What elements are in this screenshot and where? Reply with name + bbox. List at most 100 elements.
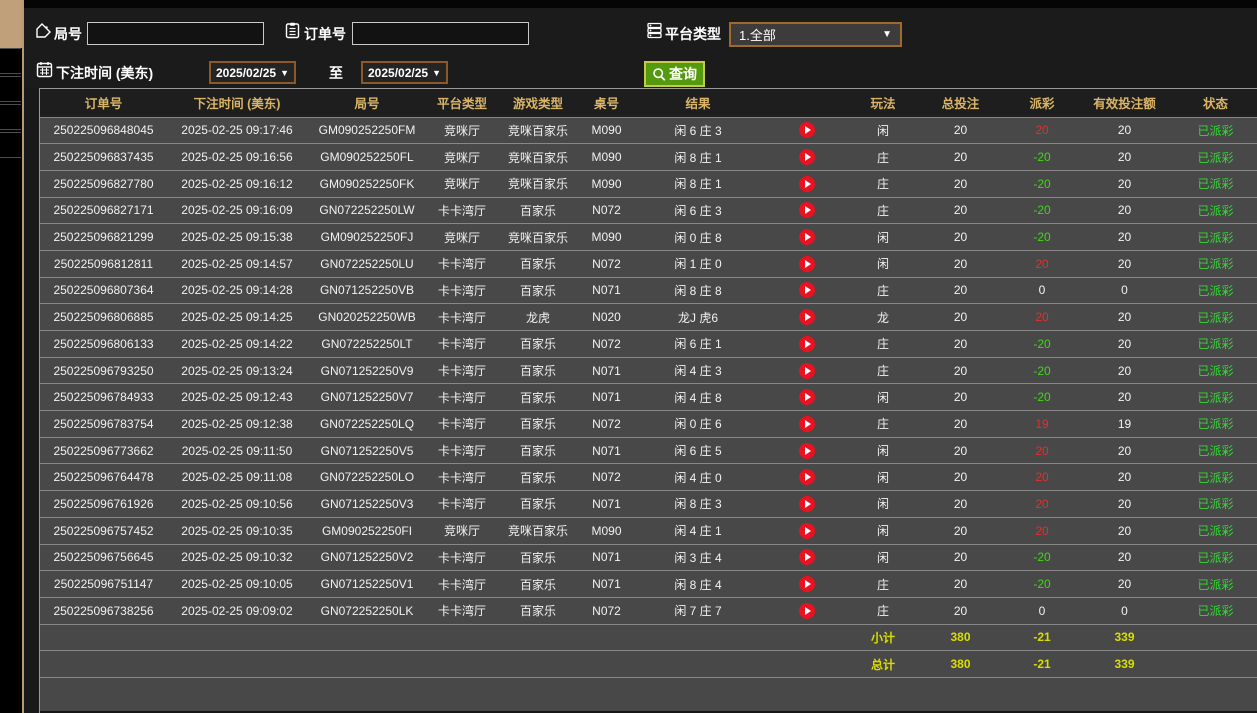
replay-play-icon[interactable] [799,389,815,406]
platform-cell: 卡卡湾厅 [427,330,497,358]
bet-time-cell: 2025-02-25 09:11:08 [167,463,307,491]
result-cell: 闲 8 庄 4 [634,570,762,598]
platform-cell: 卡卡湾厅 [427,570,497,598]
payout-cell: 0 [1007,596,1077,625]
replay-cell [762,543,852,571]
replay-play-icon[interactable] [799,576,815,593]
platform-cell: 竞咪厅 [427,116,497,144]
result-cell: 闲 3 庄 4 [634,543,762,571]
replay-play-icon[interactable] [799,335,815,352]
sidebar-slot-1[interactable] [0,48,21,74]
order-no-cell: 250225096783754 [40,410,167,438]
replay-cell [762,223,852,251]
order-no-cell: 250225096837435 [40,143,167,171]
table-row: 250225096827780 2025-02-25 09:16:12 GM0902… [40,169,1257,198]
table-no-cell: N072 [579,596,634,625]
game-no-label: 局号 [54,26,82,42]
result-cell: 闲 8 庄 1 [634,169,762,198]
play-type-cell: 庄 [852,356,914,384]
replay-play-icon[interactable] [799,469,815,486]
bet-records-page: 局号 订单号 平台类型 1.全部 ▼ 下注时间 (美东) 2025/02/25 [0,0,1257,713]
table-row: 250225096821299 2025-02-25 09:15:38 GM0902… [40,223,1257,251]
valid-bet-cell: 20 [1077,570,1172,598]
game-type-cell: 百家乐 [497,490,579,518]
column-header-3: 平台类型 [427,89,497,117]
sidebar-slot-3[interactable] [0,104,21,130]
table-row: 250225096812811 2025-02-25 09:14:57 GN0722… [40,249,1257,278]
result-cell: 闲 6 庄 5 [634,436,762,464]
payout-cell: 20 [1007,516,1077,544]
replay-play-icon[interactable] [799,309,815,326]
payout-cell: 19 [1007,410,1077,438]
play-type-cell: 庄 [852,570,914,598]
game-no-cell: GM090252250FL [307,143,427,171]
game-no-cell: GN072252250LQ [307,410,427,438]
replay-play-icon[interactable] [799,149,815,166]
replay-play-icon[interactable] [799,122,815,139]
sidebar-slot-4[interactable] [0,132,21,158]
total-bet-cell: 20 [914,436,1007,464]
play-type-cell: 闲 [852,543,914,571]
date-from-picker[interactable]: 2025/02/25 ▼ [209,61,296,84]
total-bet-cell: 20 [914,410,1007,438]
platform-cell: 卡卡湾厅 [427,543,497,571]
platform-cell: 竞咪厅 [427,169,497,198]
play-type-cell: 庄 [852,143,914,171]
replay-play-icon[interactable] [799,255,815,272]
main-panel: 局号 订单号 平台类型 1.全部 ▼ 下注时间 (美东) 2025/02/25 [24,0,1257,713]
platform-cell: 竞咪厅 [427,143,497,171]
platform-type-select[interactable]: 1.全部 ▼ [729,22,902,47]
replay-play-icon[interactable] [799,202,815,219]
bet-time-cell: 2025-02-25 09:16:12 [167,169,307,198]
order-no-label: 订单号 [304,26,346,42]
query-button-label: 查询 [669,66,697,82]
replay-play-icon[interactable] [799,522,815,539]
table-row: 250225096764478 2025-02-25 09:11:08 GN0722… [40,463,1257,491]
table-no-cell: N071 [579,490,634,518]
game-no-cell: GM090252250FI [307,516,427,544]
payout-cell: 20 [1007,116,1077,144]
replay-play-icon[interactable] [799,549,815,566]
replay-play-icon[interactable] [799,282,815,299]
date-to-picker[interactable]: 2025/02/25 ▼ [361,61,448,84]
payout-cell: 20 [1007,303,1077,331]
replay-play-icon[interactable] [799,602,815,619]
table-no-cell: M090 [579,223,634,251]
game-type-cell: 百家乐 [497,463,579,491]
table-row: 250225096848045 2025-02-25 09:17:46 GM0902… [40,116,1257,144]
replay-cell [762,383,852,411]
status-cell: 已派彩 [1172,169,1257,198]
replay-play-icon[interactable] [799,415,815,432]
calendar-icon [36,61,53,78]
play-type-cell: 闲 [852,463,914,491]
result-cell: 闲 8 庄 3 [634,490,762,518]
replay-play-icon[interactable] [799,362,815,379]
summary-value [497,623,579,651]
query-button[interactable]: 查询 [644,61,705,87]
bet-time-cell: 2025-02-25 09:10:35 [167,516,307,544]
payout-cell: -20 [1007,223,1077,251]
sidebar-collapse-tab[interactable] [0,0,30,48]
platform-type-value: 1.全部 [739,28,776,43]
table-row: 250225096756645 2025-02-25 09:10:32 GN0712… [40,543,1257,571]
game-no-cell: GN071252250V9 [307,356,427,384]
game-no-cell: GN072252250LU [307,249,427,278]
valid-bet-cell: 20 [1077,116,1172,144]
total-bet-cell: 20 [914,356,1007,384]
order-no-input[interactable] [352,22,529,45]
replay-play-icon[interactable] [799,442,815,459]
replay-play-icon[interactable] [799,175,815,192]
game-no-cell: GM090252250FM [307,116,427,144]
replay-play-icon[interactable] [799,229,815,246]
summary-value [167,650,307,678]
game-type-cell: 竞咪百家乐 [497,116,579,144]
replay-play-icon[interactable] [799,495,815,512]
game-no-input[interactable] [87,22,264,45]
order-no-cell: 250225096738256 [40,596,167,625]
summary-value [579,650,634,678]
result-cell: 闲 4 庄 1 [634,516,762,544]
valid-bet-cell: 20 [1077,543,1172,571]
sidebar-slot-2[interactable] [0,76,21,102]
game-type-cell: 竞咪百家乐 [497,223,579,251]
order-no-cell: 250225096761926 [40,490,167,518]
